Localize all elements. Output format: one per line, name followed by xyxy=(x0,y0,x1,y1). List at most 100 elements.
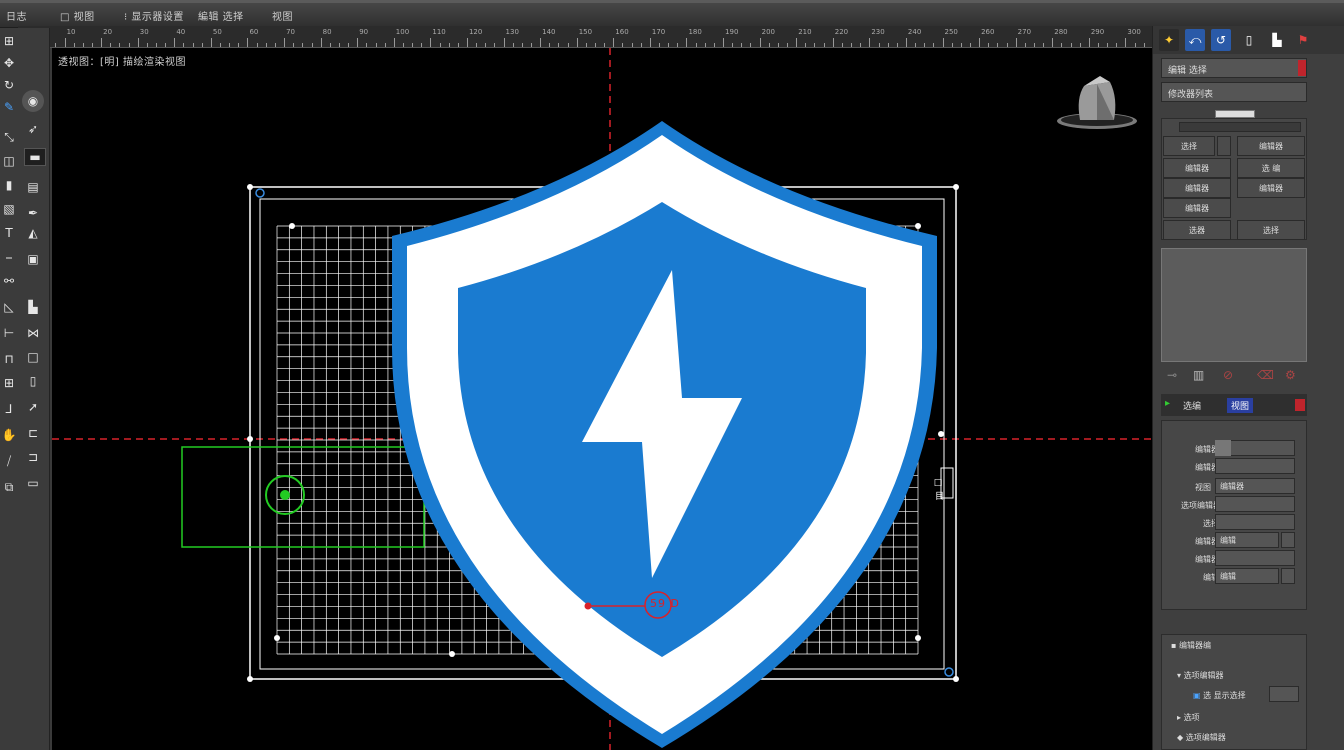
utilities-tab-icon[interactable]: ⚑ xyxy=(1293,29,1313,51)
create-tab-icon[interactable]: ✦ xyxy=(1159,29,1179,51)
stack-row[interactable] xyxy=(1179,122,1301,132)
pivot-handle-top[interactable] xyxy=(255,188,265,198)
graph-icon[interactable]: ◺ xyxy=(0,298,18,316)
motion-tab-icon[interactable]: ▯ xyxy=(1239,29,1259,51)
field-input-6[interactable] xyxy=(1215,550,1295,566)
menu-file[interactable]: 日志 xyxy=(6,8,27,23)
stack-btn-8[interactable]: 选器 xyxy=(1163,220,1231,240)
menu-display[interactable]: ⁝ 显示器设置 xyxy=(124,8,184,23)
field-input-5[interactable]: 编辑 xyxy=(1215,532,1279,548)
ruler-tick xyxy=(851,43,853,47)
stack-btn-3[interactable]: 编辑器 xyxy=(1163,158,1231,178)
field-input-2[interactable]: 编辑器 xyxy=(1215,478,1295,494)
stack-btn-toggle[interactable] xyxy=(1217,136,1231,156)
link-icon[interactable]: ⚯ xyxy=(0,272,18,290)
window-icon[interactable]: ▣ xyxy=(24,250,42,268)
pen-icon[interactable]: ✒ xyxy=(24,204,42,222)
remove-modifier-icon[interactable]: ⌫ xyxy=(1257,368,1274,382)
stack-btn-6[interactable]: 编辑器 xyxy=(1237,178,1305,198)
field-input-1[interactable] xyxy=(1215,458,1295,474)
pivot-handle-bottom[interactable] xyxy=(944,667,954,677)
make-unique-icon[interactable]: ⊘ xyxy=(1223,368,1233,382)
red-marker-dot[interactable] xyxy=(584,602,592,610)
tree-item-2[interactable]: ▣ 选 显示选择 xyxy=(1193,690,1246,701)
tree-item-3[interactable]: ▸ 选项 xyxy=(1177,712,1200,723)
ruler-tick xyxy=(320,38,322,47)
connect-icon[interactable]: ⋈ xyxy=(24,324,42,342)
stack-btn-2[interactable]: 编辑器 xyxy=(1237,136,1305,156)
parameters-header[interactable]: ▸ 选编 视图 xyxy=(1161,394,1307,416)
field-spinner-7[interactable] xyxy=(1281,568,1295,584)
clip-icon[interactable]: ▙ xyxy=(24,298,42,316)
menu-viewport[interactable]: 视图 xyxy=(272,8,293,23)
arrow-icon[interactable]: ➚ xyxy=(24,398,42,416)
stack-btn-7[interactable]: 编辑器 xyxy=(1163,198,1231,218)
modifier-list-dropdown[interactable]: 修改器列表 xyxy=(1161,82,1307,102)
stack-btn-4[interactable]: 选 编 xyxy=(1237,158,1305,178)
side-label: □ 目 xyxy=(933,478,943,500)
menu-view[interactable]: □ 视图 xyxy=(60,8,95,23)
field-input-7[interactable]: 编辑 xyxy=(1215,568,1279,584)
field-input-3[interactable] xyxy=(1215,496,1295,512)
viewport-canvas[interactable]: 透视图：[明] 描绘渲染视图 59 D □ 目 xyxy=(52,48,1152,750)
ruler-number: 50 xyxy=(212,28,222,36)
menu-edit[interactable]: 編辑 选择 xyxy=(198,8,244,23)
orbit-icon[interactable]: ◉ xyxy=(22,90,44,112)
configure-icon[interactable]: ⚙ xyxy=(1285,368,1296,382)
book-icon[interactable]: ⊐ xyxy=(24,448,42,466)
ruler-number: 150 xyxy=(578,28,593,36)
modify-tab-icon[interactable]: ⤺ xyxy=(1185,29,1205,51)
object-name-dropdown[interactable]: 编辑 选择 xyxy=(1161,58,1307,78)
ruler-tick xyxy=(668,43,670,47)
display-tab-icon[interactable]: ▙ xyxy=(1267,29,1287,51)
object-color-swatch[interactable] xyxy=(1298,60,1306,76)
pointer-icon[interactable]: ➶ xyxy=(24,120,42,138)
magnet-icon[interactable]: ⅃ xyxy=(0,400,18,418)
stack-btn-1[interactable]: 选择 xyxy=(1163,136,1215,156)
top-ruler[interactable]: 10 20 30 40 50 60 70 80 90 100 110 120 130 140 150 160 1… xyxy=(18,26,1154,48)
node-icon[interactable]: ◫ xyxy=(0,152,18,170)
field-spinner-5[interactable] xyxy=(1281,532,1295,548)
stack-btn-5[interactable]: 编辑器 xyxy=(1163,178,1231,198)
hand-icon[interactable]: ✋ xyxy=(0,426,18,444)
square-icon[interactable]: □ xyxy=(24,348,42,366)
text-icon[interactable]: T xyxy=(0,224,18,242)
paint-icon[interactable]: ▧ xyxy=(0,200,18,218)
show-result-icon[interactable]: ▥ xyxy=(1193,368,1204,382)
field-input-4[interactable] xyxy=(1215,514,1295,530)
hierarchy-tab-icon[interactable]: ↺ xyxy=(1211,29,1231,51)
ruler-tick xyxy=(1107,43,1109,47)
folder-icon[interactable]: ⊏ xyxy=(24,424,42,442)
stack-btn-9[interactable]: 选择 xyxy=(1237,220,1305,240)
camera-icon[interactable]: ⧉ xyxy=(0,478,18,496)
ruler-tick xyxy=(805,43,807,47)
line-icon[interactable]: ⎯ xyxy=(0,248,18,266)
slider-icon[interactable]: ⊢ xyxy=(0,324,18,342)
field-swatch-0[interactable] xyxy=(1215,440,1231,456)
tree-item-4[interactable]: ◆ 选项编辑器 xyxy=(1177,732,1226,743)
layer-icon[interactable]: ▤ xyxy=(24,178,42,196)
brush-icon[interactable]: ✎ xyxy=(0,98,18,116)
tree-group-1[interactable]: ▪ 编辑器编 xyxy=(1171,640,1211,651)
material-preview[interactable] xyxy=(1161,248,1307,362)
tree-item-2-value[interactable] xyxy=(1269,686,1299,702)
section-color-swatch[interactable] xyxy=(1295,399,1305,411)
eyedrop-icon[interactable]: ⧸ xyxy=(0,452,18,470)
doc-icon[interactable]: ▯ xyxy=(24,372,42,390)
scale-icon[interactable]: ⤡ xyxy=(0,128,18,146)
rotate-icon[interactable]: ↻ xyxy=(0,76,18,94)
stack-scrollbar[interactable] xyxy=(1215,110,1255,118)
ruler-tick xyxy=(457,43,459,47)
select-icon[interactable]: ⊞ xyxy=(0,32,18,50)
tree-item-1[interactable]: ▾ 选项编辑器 xyxy=(1177,670,1224,681)
monitor-icon[interactable]: ▭ xyxy=(24,474,42,492)
bucket-icon[interactable]: ⊓ xyxy=(0,350,18,368)
viewcube-icon[interactable] xyxy=(1057,76,1137,129)
chart-icon[interactable]: ⊞ xyxy=(0,374,18,392)
move-icon[interactable]: ✥ xyxy=(0,54,18,72)
fill-icon[interactable]: ◭ xyxy=(24,224,42,242)
ruler-tick xyxy=(238,43,240,47)
pin-stack-icon[interactable]: ⊸ xyxy=(1167,368,1177,382)
frame-icon[interactable]: ▮ xyxy=(0,176,18,194)
rect-tool-icon[interactable]: ▬ xyxy=(24,148,46,166)
